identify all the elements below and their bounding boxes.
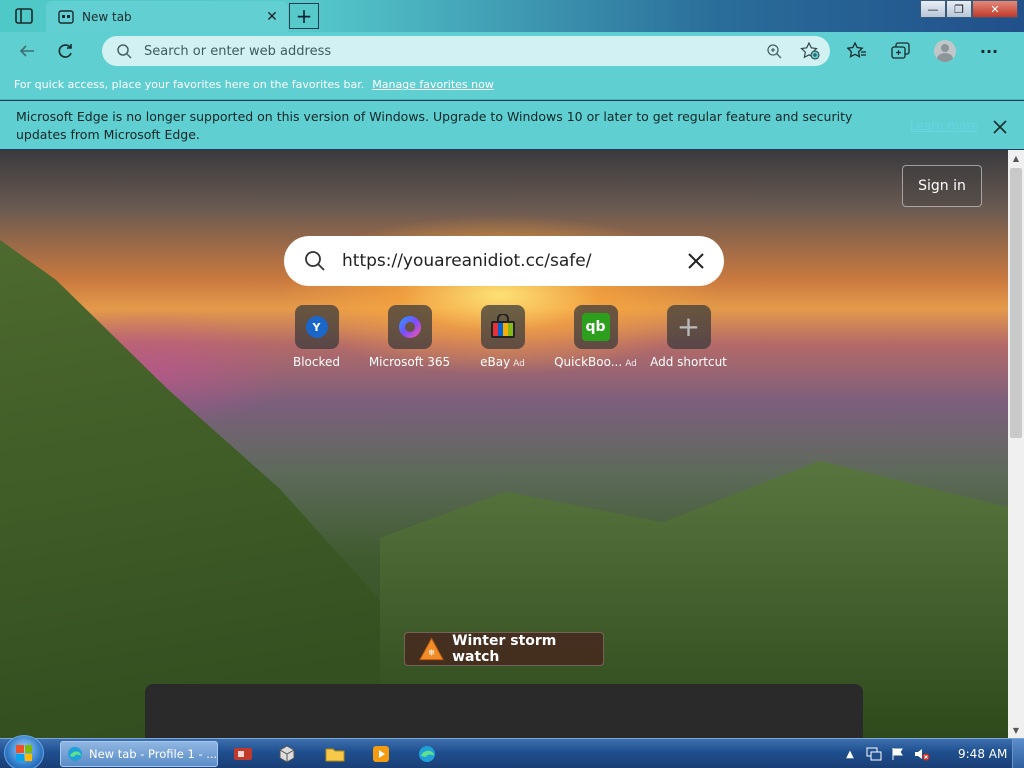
favorite-add-icon[interactable] (800, 42, 820, 60)
new-tab-page-icon (58, 9, 74, 24)
network-icon[interactable] (866, 746, 882, 762)
shortcut-microsoft-365[interactable]: Microsoft 365 (363, 305, 456, 369)
ebay-bag-icon (480, 305, 525, 349)
favorites-button[interactable] (840, 36, 874, 66)
profile-icon (934, 40, 956, 62)
minimize-button[interactable]: — (920, 0, 946, 18)
tab-new-tab[interactable]: New tab ✕ (46, 1, 288, 32)
vertical-scrollbar[interactable]: ▲ ▼ (1008, 150, 1024, 738)
shortcut-ebay[interactable]: eBay Ad (456, 305, 549, 369)
ad-badge: Ad (513, 359, 525, 369)
web-search-box[interactable]: https://youareanidiot.cc/safe/ (284, 236, 724, 286)
collections-icon (891, 42, 910, 59)
action-center-flag-icon[interactable] (890, 746, 906, 762)
favorites-bar: For quick access, place your favorites h… (0, 70, 1024, 100)
scroll-down-icon[interactable]: ▼ (1008, 722, 1024, 738)
toolbar-right: ··· (840, 36, 1006, 66)
system-tray: ▲ 9:48 AM (842, 739, 1007, 768)
unsupported-os-infobar: Microsoft Edge is no longer supported on… (0, 101, 1024, 149)
quick-links: Y Blocked Microsoft 365 eBay Ad qb Quick… (270, 305, 735, 369)
sign-in-button[interactable]: Sign in (902, 165, 982, 207)
weather-alert-button[interactable]: ❄ Winter storm watch (404, 632, 604, 666)
collections-button[interactable] (884, 36, 918, 66)
close-window-button[interactable]: ✕ (972, 0, 1018, 18)
taskbar-window-title: New tab - Profile 1 - ... (89, 747, 218, 761)
warning-icon: ❄ (419, 637, 444, 661)
windows-logo-icon (16, 745, 32, 761)
shortcut-quickbooks[interactable]: qb QuickBoo... Ad (549, 305, 642, 369)
taskbar: New tab - Profile 1 - ... ▲ 9:48 AM (0, 735, 1024, 768)
microsoft-365-icon (387, 305, 432, 349)
infobar-close-icon[interactable] (990, 117, 1010, 137)
tab-title: New tab (82, 9, 132, 24)
tab-actions-icon (15, 8, 33, 24)
address-bar[interactable]: Search or enter web address (102, 36, 830, 66)
y-letter-icon: Y (294, 305, 339, 349)
shortcut-label: Microsoft 365 (368, 355, 451, 369)
address-placeholder: Search or enter web address (144, 43, 332, 59)
show-desktop-button[interactable] (1012, 739, 1024, 768)
quickbooks-icon: qb (573, 305, 618, 349)
shortcut-label: eBay (480, 355, 511, 369)
window-controls: — ❐ ✕ (920, 0, 1018, 18)
clock[interactable]: 9:48 AM (958, 747, 1007, 761)
clear-search-icon[interactable] (688, 253, 704, 269)
zoom-icon[interactable] (766, 43, 782, 59)
new-tab-page: Sign in https://youareanidiot.cc/safe/ Y… (0, 150, 1008, 738)
package-app-icon[interactable] (276, 743, 298, 765)
tab-close-icon[interactable]: ✕ (264, 9, 280, 25)
ad-badge: Ad (625, 359, 637, 369)
shortcut-label: QuickBoo... (554, 355, 623, 369)
plus-icon: + (666, 305, 711, 349)
shortcut-label: Add shortcut (650, 355, 727, 369)
edge-icon (68, 747, 82, 761)
new-tab-button[interactable]: + (289, 3, 319, 29)
presentation-app-icon[interactable] (232, 743, 254, 765)
scroll-up-icon[interactable]: ▲ (1008, 150, 1024, 166)
weather-alert-text: Winter storm watch (452, 633, 557, 665)
media-player-icon[interactable] (370, 743, 392, 765)
back-icon (19, 45, 34, 57)
shortcut-blocked[interactable]: Y Blocked (270, 305, 363, 369)
search-input-value[interactable]: https://youareanidiot.cc/safe/ (342, 251, 688, 271)
scroll-thumb[interactable] (1010, 168, 1022, 438)
favorites-bar-message: For quick access, place your favorites h… (14, 78, 365, 91)
svg-text:❄: ❄ (428, 649, 435, 659)
learn-more-link[interactable]: Learn more (910, 117, 978, 135)
back-button[interactable] (10, 36, 44, 66)
profile-button[interactable] (928, 36, 962, 66)
browser-toolbar: Search or enter web address ··· (0, 32, 1024, 70)
search-icon (117, 44, 132, 59)
add-shortcut-button[interactable]: + Add shortcut (642, 305, 735, 369)
title-bar: New tab ✕ + — ❐ ✕ (0, 0, 1024, 32)
tab-actions-button[interactable] (8, 4, 40, 28)
edge-icon[interactable] (416, 743, 438, 765)
news-feed-panel (145, 684, 863, 738)
refresh-icon (58, 44, 72, 58)
screen: New tab ✕ + — ❐ ✕ Search or enter web ad… (0, 0, 1024, 768)
maximize-button[interactable]: ❐ (946, 0, 972, 18)
refresh-button[interactable] (48, 36, 82, 66)
shortcut-label: Blocked (292, 355, 341, 369)
taskbar-edge-window[interactable]: New tab - Profile 1 - ... (60, 741, 218, 767)
file-explorer-icon[interactable] (324, 743, 346, 765)
infobar-message: Microsoft Edge is no longer supported on… (16, 109, 853, 142)
search-icon (305, 251, 325, 271)
show-hidden-icons-icon[interactable]: ▲ (842, 746, 858, 762)
manage-favorites-link[interactable]: Manage favorites now (372, 78, 494, 91)
volume-muted-icon[interactable] (914, 746, 930, 762)
more-button[interactable]: ··· (972, 36, 1006, 66)
start-button[interactable] (4, 735, 44, 768)
favorites-icon (847, 42, 866, 58)
